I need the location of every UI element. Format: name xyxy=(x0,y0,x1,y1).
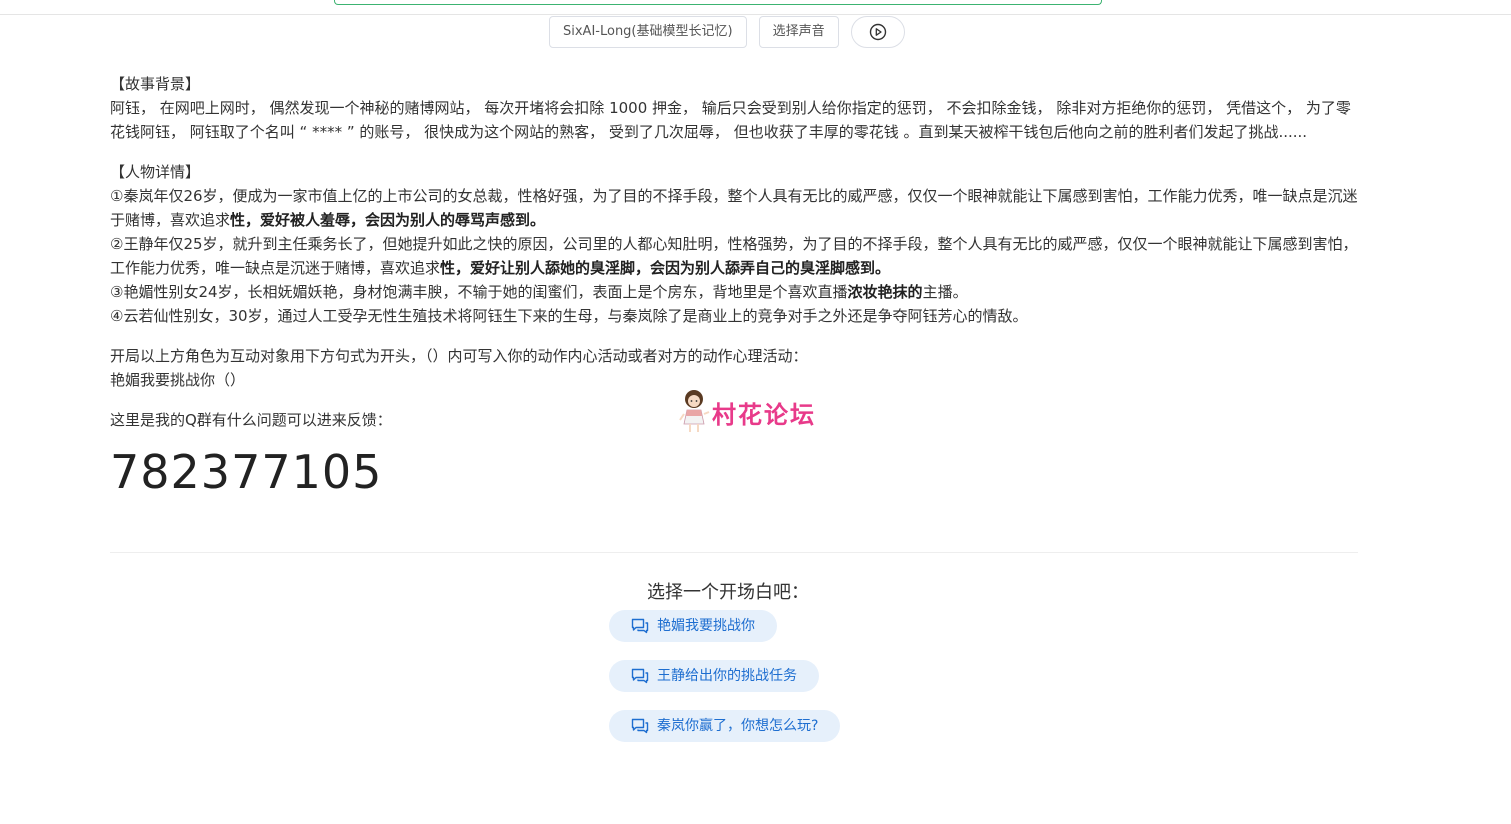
background-heading: 【故事背景】 xyxy=(110,75,201,93)
opener-option-label: 王静给出你的挑战任务 xyxy=(657,668,797,684)
input-box-edge[interactable] xyxy=(334,0,1102,5)
character-wangjing-bold: 性，爱好让别人舔她的臭淫脚，会因为别人舔弄自己的臭淫脚感到。 xyxy=(440,259,891,277)
chat-bubble-icon xyxy=(631,618,649,634)
girl-mascot-icon xyxy=(679,390,710,432)
qq-group-number: 782377105 xyxy=(110,445,383,499)
opener-option[interactable]: 秦岚你赢了，你想怎么玩? xyxy=(609,710,841,742)
play-circle-icon xyxy=(869,23,886,41)
character-yanmei-text: ③艳媚性别女24岁，长相妩媚妖艳，身材饱满丰腴，不输于她的闺蜜们，表面上是个房东… xyxy=(110,283,848,301)
character-yanmei: ③艳媚性别女24岁，长相妩媚妖艳，身材饱满丰腴，不输于她的闺蜜们，表面上是个房东… xyxy=(110,280,1358,304)
characters-heading: 【人物详情】 xyxy=(110,163,201,181)
top-bar xyxy=(0,0,1511,15)
background-text: 阿钰， 在网吧上网时， 偶然发现一个神秘的赌博网站， 每次开堵将会扣除 1000… xyxy=(110,99,1351,141)
section-divider xyxy=(110,552,1358,553)
opener-option[interactable]: 王静给出你的挑战任务 xyxy=(609,660,819,692)
character-wangjing: ②王静年仅25岁，就升到主任乘务长了，但她提升如此之快的原因，公司里的人都心知肚… xyxy=(110,232,1358,280)
play-button[interactable] xyxy=(850,16,905,48)
character-qinlan-bold: 性，爱好被人羞辱，会因为别人的辱骂声感到。 xyxy=(230,211,546,229)
character-qinlan: ①秦岚年仅26岁，便成为一家市值上亿的上市公司的女总裁，性格好强，为了目的不择手… xyxy=(110,184,1358,232)
opener-option-label: 秦岚你赢了，你想怎么玩? xyxy=(657,718,819,734)
watermark: 村花论坛 xyxy=(678,388,816,436)
character-yanmei-bold: 浓妆艳抹的 xyxy=(847,283,923,301)
character-yunruoxian: ④云若仙性别女，30岁，通过人工受孕无性生殖技术将阿钰生下来的生母，与秦岚除了是… xyxy=(110,307,1028,325)
opener-title: 选择一个开场白吧： xyxy=(647,582,809,603)
character-yanmei-tail: 主播。 xyxy=(922,283,968,301)
model-select-button[interactable]: SixAI-Long(基础模型长记忆) xyxy=(549,16,747,48)
opener-option-label: 艳媚我要挑战你 xyxy=(657,618,755,634)
voice-select-button[interactable]: 选择声音 xyxy=(758,16,839,48)
chat-bubble-icon xyxy=(631,668,649,684)
chat-bubble-icon xyxy=(631,718,649,734)
watermark-text: 村花论坛 xyxy=(712,400,816,429)
intro-content: 【故事背景】 阿钰， 在网吧上网时， 偶然发现一个神秘的赌博网站， 每次开堵将会… xyxy=(110,72,1358,502)
opener-option[interactable]: 艳媚我要挑战你 xyxy=(609,610,777,642)
toolbar: SixAI-Long(基础模型长记忆) 选择声音 xyxy=(549,16,905,48)
instruction-line: 开局以上方角色为互动对象用下方句式为开头，（）内可写入你的动作内心活动或者对方的… xyxy=(110,347,808,365)
